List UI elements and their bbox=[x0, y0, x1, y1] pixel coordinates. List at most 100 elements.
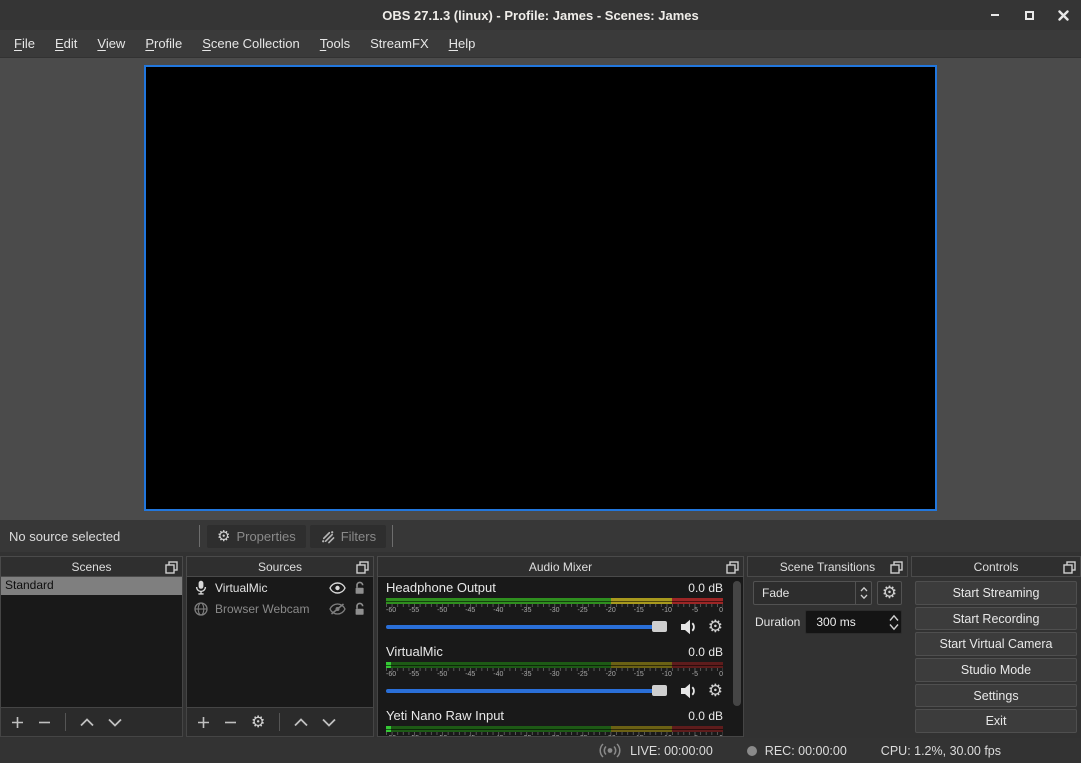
add-scene-icon[interactable] bbox=[11, 716, 24, 729]
filters-button[interactable]: Filters bbox=[310, 525, 386, 548]
menu-edit[interactable]: Edit bbox=[45, 32, 87, 55]
add-source-icon[interactable] bbox=[197, 716, 210, 729]
source-toolbar: No source selected ⚙ Properties Filters bbox=[0, 520, 1081, 552]
controls-header[interactable]: Controls bbox=[911, 556, 1081, 577]
menu-streamfx[interactable]: StreamFX bbox=[360, 32, 439, 55]
settings-button[interactable]: Settings bbox=[915, 684, 1077, 708]
menu-view[interactable]: View bbox=[87, 32, 135, 55]
preview-canvas[interactable] bbox=[144, 65, 937, 511]
sources-title: Sources bbox=[258, 560, 302, 574]
maximize-glyph bbox=[1025, 11, 1034, 20]
volume-slider[interactable] bbox=[386, 689, 665, 693]
cpu-fps-stats: CPU: 1.2%, 30.00 fps bbox=[881, 744, 1001, 758]
meter-tick-label: -15 bbox=[634, 735, 644, 737]
scene-transitions-title: Scene Transitions bbox=[780, 560, 875, 574]
source-properties-icon[interactable]: ⚙ bbox=[251, 714, 265, 730]
start-recording-button[interactable]: Start Recording bbox=[915, 607, 1077, 631]
meter-tick-label: -45 bbox=[465, 671, 475, 678]
scene-transitions-header[interactable]: Scene Transitions bbox=[747, 556, 908, 577]
minimize-icon[interactable] bbox=[987, 7, 1003, 23]
meter-tick-label: -10 bbox=[662, 671, 672, 678]
status-bar: LIVE: 00:00:00 REC: 00:00:00 CPU: 1.2%, … bbox=[0, 738, 1081, 763]
menu-file[interactable]: File bbox=[4, 32, 45, 55]
move-down-icon[interactable] bbox=[322, 718, 336, 727]
transition-select[interactable]: Fade bbox=[753, 581, 872, 605]
mixer-channel: VirtualMic0.0 dB-60-55-50-45-40-35-30-25… bbox=[386, 644, 723, 700]
sources-header[interactable]: Sources bbox=[186, 556, 374, 577]
duration-value: 300 ms bbox=[806, 615, 886, 629]
source-name: VirtualMic bbox=[215, 581, 322, 595]
studio-mode-button[interactable]: Studio Mode bbox=[915, 658, 1077, 682]
eye-icon bbox=[329, 582, 346, 594]
duration-spinner-icons[interactable] bbox=[886, 611, 901, 633]
volume-slider-handle[interactable] bbox=[652, 685, 667, 696]
meter-tick-label: -40 bbox=[493, 735, 503, 737]
transition-properties-button[interactable]: ⚙ bbox=[877, 581, 902, 605]
filters-label: Filters bbox=[341, 529, 376, 544]
duration-spinbox[interactable]: 300 ms bbox=[805, 610, 902, 634]
meter-tick-label: -60 bbox=[386, 671, 396, 678]
source-list-item[interactable]: VirtualMic bbox=[187, 577, 373, 598]
maximize-icon[interactable] bbox=[1021, 7, 1037, 23]
visibility-icon[interactable] bbox=[329, 582, 346, 594]
start-streaming-button[interactable]: Start Streaming bbox=[915, 581, 1077, 605]
lock-icon[interactable] bbox=[353, 602, 366, 616]
meter-tick-label: -30 bbox=[549, 671, 559, 678]
move-up-icon[interactable] bbox=[294, 718, 308, 727]
meter-tick-label: -50 bbox=[437, 607, 447, 614]
volume-slider-handle[interactable] bbox=[652, 621, 667, 632]
start-virtual-camera-button[interactable]: Start Virtual Camera bbox=[915, 632, 1077, 656]
popout-icon[interactable] bbox=[356, 561, 369, 574]
meter-tick-label: -35 bbox=[521, 607, 531, 614]
remove-source-icon[interactable] bbox=[224, 716, 237, 729]
audio-mixer-header[interactable]: Audio Mixer bbox=[377, 556, 744, 577]
move-up-icon[interactable] bbox=[80, 718, 94, 727]
remove-scene-icon[interactable] bbox=[38, 716, 51, 729]
menu-bar: FileEditViewProfileScene CollectionTools… bbox=[0, 30, 1081, 58]
sources-toolbar: ⚙ bbox=[187, 707, 373, 736]
lock-icon[interactable] bbox=[353, 581, 366, 595]
mixer-channel-header: VirtualMic0.0 dB bbox=[386, 644, 723, 661]
channel-settings-icon[interactable]: ⚙ bbox=[708, 683, 723, 700]
microphone-icon bbox=[194, 580, 208, 596]
scenes-header[interactable]: Scenes bbox=[0, 556, 183, 577]
channel-settings-icon[interactable]: ⚙ bbox=[708, 619, 723, 636]
meter-tick-label: -30 bbox=[549, 607, 559, 614]
meter-tick-label: -35 bbox=[521, 735, 531, 737]
popout-icon[interactable] bbox=[1063, 561, 1076, 574]
meter-tick-label: -20 bbox=[606, 735, 616, 737]
meter-tick-label: -50 bbox=[437, 735, 447, 737]
menu-help[interactable]: Help bbox=[439, 32, 486, 55]
scenes-toolbar bbox=[1, 707, 182, 736]
volume-slider[interactable] bbox=[386, 625, 665, 629]
meter-tick-labels: -60-55-50-45-40-35-30-25-20-15-10-50 bbox=[386, 671, 723, 680]
visibility-off-icon[interactable] bbox=[329, 603, 346, 615]
mute-button[interactable] bbox=[680, 683, 699, 699]
source-list-item[interactable]: Browser Webcam bbox=[187, 598, 373, 619]
window-controls bbox=[987, 0, 1071, 30]
menu-profile[interactable]: Profile bbox=[135, 32, 192, 55]
menu-scene-collection[interactable]: Scene Collection bbox=[192, 32, 310, 55]
combo-spinner-icon[interactable] bbox=[855, 582, 871, 604]
meter-tick-label: -50 bbox=[437, 671, 447, 678]
popout-icon[interactable] bbox=[726, 561, 739, 574]
close-icon[interactable] bbox=[1055, 7, 1071, 23]
no-source-status: No source selected bbox=[0, 529, 196, 544]
rec-dot-icon bbox=[747, 746, 757, 756]
move-down-icon[interactable] bbox=[108, 718, 122, 727]
rec-status: REC: 00:00:00 bbox=[747, 744, 847, 758]
menu-tools[interactable]: Tools bbox=[310, 32, 360, 55]
toolbar-divider bbox=[279, 713, 280, 731]
title-bar: OBS 27.1.3 (linux) - Profile: James - Sc… bbox=[0, 0, 1081, 30]
mixer-channel-name: Yeti Nano Raw Input bbox=[386, 708, 504, 723]
exit-button[interactable]: Exit bbox=[915, 709, 1077, 733]
properties-button[interactable]: ⚙ Properties bbox=[207, 525, 306, 548]
mute-button[interactable] bbox=[680, 619, 699, 635]
popout-icon[interactable] bbox=[890, 561, 903, 574]
transition-value: Fade bbox=[754, 586, 855, 600]
controls-button-list: Start StreamingStart RecordingStart Virt… bbox=[911, 577, 1081, 737]
mixer-scrollbar[interactable] bbox=[733, 581, 741, 706]
meter-tick-label: -25 bbox=[578, 735, 588, 737]
popout-icon[interactable] bbox=[165, 561, 178, 574]
scene-list-item[interactable]: Standard bbox=[1, 577, 182, 595]
